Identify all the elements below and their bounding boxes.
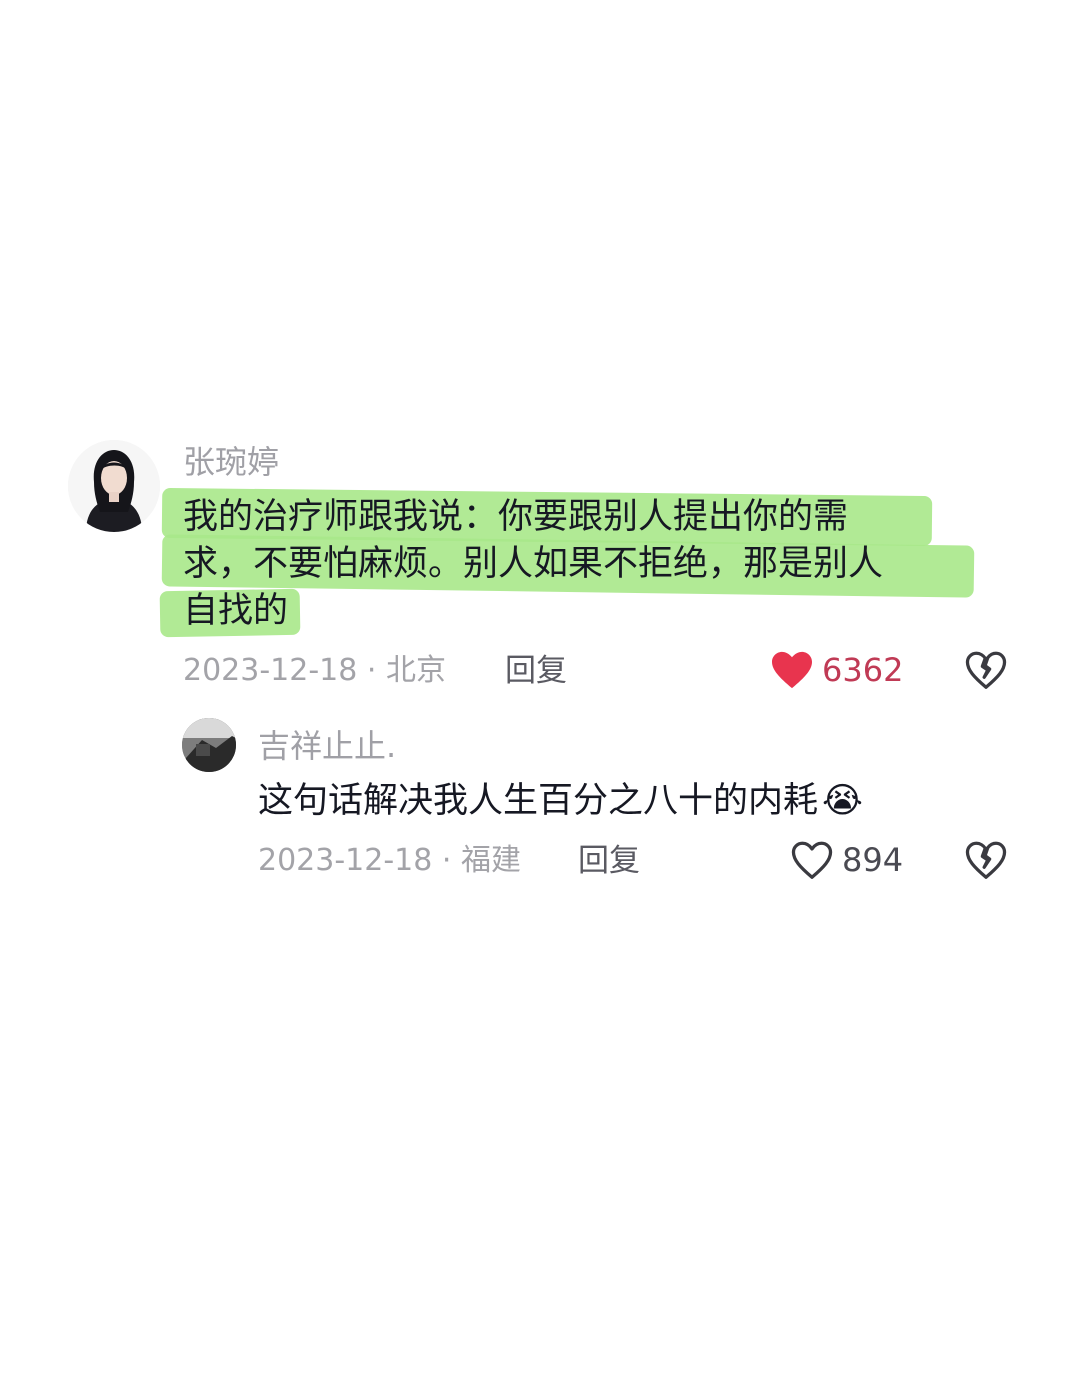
reply-like-button[interactable]: 894 xyxy=(790,838,903,882)
comment-text-line: 我的治疗师跟我说：你要跟别人提出你的需 xyxy=(183,497,849,537)
reply-dislike-button[interactable] xyxy=(964,840,1008,884)
dislike-button[interactable] xyxy=(964,650,1008,694)
comment-text-line: 求，不要怕麻烦。别人如果不拒绝，那是别人 xyxy=(183,544,884,584)
comment-date-location: 2023-12-18 · 北京 xyxy=(183,653,446,688)
reply-avatar[interactable] xyxy=(182,718,236,772)
reply-username[interactable]: 吉祥止止. xyxy=(258,724,396,768)
like-button[interactable]: 6362 xyxy=(770,648,903,692)
avatar-portrait-image xyxy=(68,440,160,532)
reply-text-content: 这句话解决我人生百分之八十的内耗 xyxy=(258,781,819,821)
heart-filled-icon xyxy=(772,651,812,689)
reply-button[interactable]: 回复 xyxy=(505,650,567,692)
reply-text: 这句话解决我人生百分之八十的内耗 😭 xyxy=(258,778,863,825)
heart-outline-icon xyxy=(791,841,833,879)
comment-username[interactable]: 张琬婷 xyxy=(183,440,279,484)
avatar[interactable] xyxy=(68,440,160,532)
reply-date-location: 2023-12-18 · 福建 xyxy=(258,843,521,878)
like-count: 6362 xyxy=(822,651,904,689)
broken-heart-icon xyxy=(965,651,1007,689)
broken-heart-icon xyxy=(965,841,1007,879)
crying-face-emoji-icon: 😭 xyxy=(822,781,863,821)
avatar-photo-image xyxy=(182,718,236,772)
reply-reply-button[interactable]: 回复 xyxy=(578,840,640,882)
comment-text-line: 自找的 xyxy=(183,591,289,631)
reply-like-count: 894 xyxy=(842,841,904,879)
comment-text: 我的治疗师跟我说：你要跟别人提出你的需 求，不要怕麻烦。别人如果不拒绝，那是别人… xyxy=(183,494,1043,635)
